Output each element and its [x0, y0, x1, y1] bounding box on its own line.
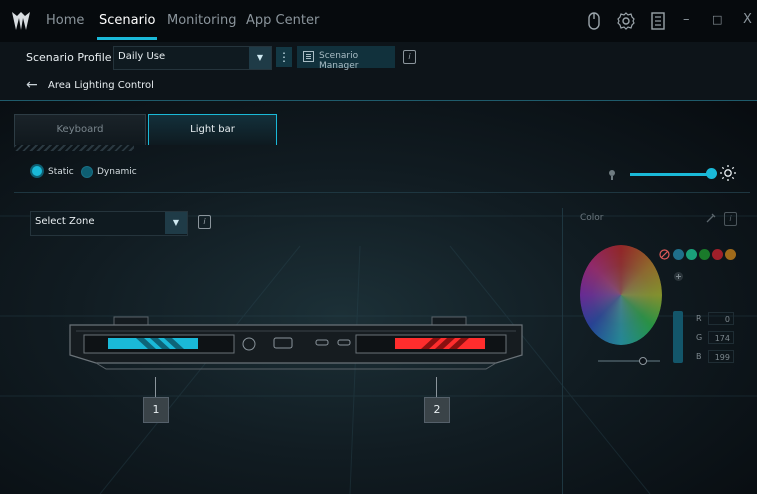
scenario-profile-value: Daily Use — [118, 51, 166, 62]
nav-tab-monitoring[interactable]: Monitoring — [167, 13, 237, 28]
scenario-manager-label: Scenario Manager — [319, 51, 359, 71]
zone-1-light[interactable] — [108, 338, 198, 349]
zone-select-placeholder: Select Zone — [35, 216, 95, 227]
color-title: Color — [580, 213, 604, 223]
chevron-down-icon: ▼ — [249, 47, 271, 69]
settings-gear-icon[interactable] — [616, 11, 636, 31]
color-wheel-disabled-overlay — [580, 245, 662, 345]
static-label: Static — [48, 167, 74, 177]
app-window: Home Scenario Monitoring App Center – □ … — [0, 0, 757, 494]
dynamic-label: Dynamic — [97, 167, 137, 177]
zone-1-marker-line — [155, 377, 156, 397]
info-icon[interactable]: i — [403, 50, 416, 64]
list-panel-icon[interactable] — [648, 11, 668, 31]
back-arrow-icon[interactable]: ← — [26, 77, 38, 93]
zone-1-badge[interactable]: 1 — [143, 397, 169, 423]
mouse-icon[interactable] — [584, 11, 604, 31]
nav-tab-home[interactable]: Home — [46, 13, 84, 28]
list-icon — [303, 51, 314, 62]
chevron-down-icon: ▼ — [165, 212, 187, 234]
title-bar: Home Scenario Monitoring App Center – □ … — [0, 0, 757, 42]
zone-2-badge[interactable]: 2 — [424, 397, 450, 423]
active-tab-indicator — [97, 37, 157, 40]
brightness-slider-handle[interactable] — [706, 168, 717, 179]
close-button[interactable]: X — [743, 12, 752, 27]
dynamic-radio[interactable] — [81, 166, 93, 178]
zone-info-icon[interactable]: i — [198, 215, 211, 229]
eyedropper-icon[interactable] — [705, 212, 717, 224]
b-input[interactable]: 199 — [708, 350, 734, 363]
zone-2-marker-line — [436, 377, 437, 397]
predator-logo-icon — [12, 12, 30, 30]
saturation-slider[interactable] — [598, 360, 660, 362]
swatch-3[interactable] — [699, 249, 710, 260]
brightness-sun-icon — [720, 165, 736, 181]
more-options-icon[interactable]: ⋮ — [276, 47, 292, 67]
b-label: B — [696, 352, 702, 361]
r-label: R — [696, 314, 702, 323]
nav-tab-scenario[interactable]: Scenario — [99, 13, 156, 28]
static-radio[interactable] — [32, 166, 42, 176]
bulb-dim-icon — [609, 170, 615, 180]
scenario-profile-select[interactable]: Daily Use ▼ — [113, 46, 272, 70]
saturation-slider-handle[interactable] — [639, 357, 647, 365]
page-title: Area Lighting Control — [48, 80, 154, 91]
intensity-bar[interactable] — [673, 311, 683, 363]
zone-select[interactable]: Select Zone ▼ — [30, 211, 188, 236]
color-info-icon[interactable]: i — [724, 212, 737, 226]
no-color-icon[interactable] — [659, 249, 670, 260]
g-label: G — [696, 333, 703, 342]
g-input[interactable]: 174 — [708, 331, 734, 344]
breadcrumb: ← Area Lighting Control — [0, 72, 757, 101]
swatch-1[interactable] — [673, 249, 684, 260]
zone-2-light[interactable] — [395, 338, 485, 349]
minimize-button[interactable]: – — [683, 12, 690, 27]
scenario-profile-label: Scenario Profile — [26, 51, 112, 64]
tab-keyboard[interactable]: Keyboard — [14, 114, 146, 145]
brightness-slider-track[interactable] — [630, 173, 710, 176]
add-color-icon[interactable] — [673, 271, 684, 282]
tab-light-bar[interactable]: Light bar — [148, 114, 277, 145]
swatch-2[interactable] — [686, 249, 697, 260]
swatch-5[interactable] — [725, 249, 736, 260]
nav-tab-app-center[interactable]: App Center — [246, 13, 319, 28]
r-input[interactable]: 0 — [708, 312, 734, 325]
scenario-manager-button[interactable]: Scenario Manager — [297, 46, 395, 71]
maximize-button[interactable]: □ — [712, 13, 722, 26]
swatch-4[interactable] — [712, 249, 723, 260]
